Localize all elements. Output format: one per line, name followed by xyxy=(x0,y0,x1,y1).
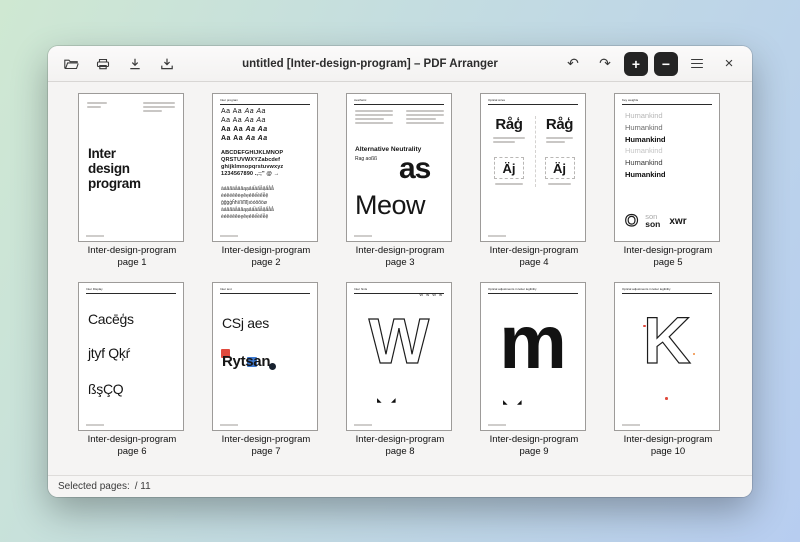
giant-k-glyph: K xyxy=(643,302,692,377)
page-preview-10: Optical adjustments in letter legibility… xyxy=(614,281,720,431)
import-button[interactable] xyxy=(154,52,180,76)
page-preview-7: Inter text CSj aes Rytsan xyxy=(212,281,318,431)
page-preview-2: Inter program Aa Aa Aa Aa Aa Aa Aa Aa Aa… xyxy=(212,93,318,242)
giant-m-glyph: m xyxy=(499,299,567,385)
weight-list: Humankind Humankind Humankind Humankind … xyxy=(625,111,666,179)
close-button[interactable]: × xyxy=(716,52,742,76)
window-title: untitled [Inter-design-program] – PDF Ar… xyxy=(242,57,498,70)
specimen-glyphs-meow: Meow xyxy=(355,190,426,220)
plus-icon: + xyxy=(631,55,641,72)
selected-pages-value: / 11 xyxy=(134,481,151,492)
page-caption-1: Inter-design-program page 1 xyxy=(87,245,177,268)
open-button[interactable] xyxy=(58,52,84,76)
thumbnail-page-5[interactable]: Key weights Humankind Humankind Humankin… xyxy=(614,93,722,269)
hamburger-menu-icon xyxy=(691,58,703,69)
annotation-dot xyxy=(643,324,646,328)
giant-w-glyph: W xyxy=(368,304,430,377)
page-preview-3: Aesthetic Alternative Neutrality Rag aoß… xyxy=(346,93,452,242)
page-preview-6: Inter Display Cacēģs jtyf Qķŕ ßşÇQ xyxy=(78,281,184,431)
minus-icon: − xyxy=(661,55,671,72)
titlebar-left-actions xyxy=(58,52,180,76)
thumbnail-page-10[interactable]: Optical adjustments in letter legibility… xyxy=(614,281,722,458)
specimen-glyphs-as: as xyxy=(399,152,431,185)
redo-icon: ↷ xyxy=(599,55,611,71)
page-caption-3: Inter-design-program page 3 xyxy=(355,245,445,268)
page-caption-2: Inter-design-program page 2 xyxy=(221,245,311,268)
close-icon: × xyxy=(724,55,734,72)
redo-button[interactable]: ↷ xyxy=(592,52,618,76)
zoom-out-button[interactable]: − xyxy=(654,51,678,76)
page-caption-9: Inter-design-program page 9 xyxy=(489,433,579,457)
thumbnail-page-2[interactable]: Inter program Aa Aa Aa Aa Aa Aa Aa Aa Aa… xyxy=(212,93,320,269)
thumbnail-page-1[interactable]: Inter design program Inter-design-program p… xyxy=(78,93,186,269)
printer-icon xyxy=(95,56,111,72)
page-caption-4: Inter-design-program page 4 xyxy=(489,245,579,268)
thumbnail-page-7[interactable]: Inter text CSj aes Rytsan Inter-design-p… xyxy=(212,281,320,458)
undo-button[interactable]: ↶ xyxy=(560,52,586,76)
thumbnail-page-3[interactable]: Aesthetic Alternative Neutrality Rag aoß… xyxy=(346,93,454,269)
thumbnail-page-4[interactable]: Optical sizes Råģ Äj Råģ Äj Inter-design… xyxy=(480,93,588,269)
pdf-arranger-window: untitled [Inter-design-program] – PDF Ar… xyxy=(48,46,752,497)
page-preview-4: Optical sizes Råģ Äj Råģ Äj xyxy=(480,93,586,242)
selected-pages-label: Selected pages: xyxy=(58,481,130,492)
page-caption-10: Inter-design-program page 10 xyxy=(623,433,713,457)
page-caption-7: Inter-design-program page 7 xyxy=(221,433,311,457)
folder-open-icon xyxy=(63,56,79,72)
titlebar: untitled [Inter-design-program] – PDF Ar… xyxy=(48,46,752,82)
annotation-dot xyxy=(665,397,668,400)
thumbnail-page-8[interactable]: Inter hints W w W w W ◣ ◢ Inter-design-p… xyxy=(346,281,454,458)
page-preview-1: Inter design program xyxy=(78,93,184,242)
page-preview-8: Inter hints W w W w W ◣ ◢ xyxy=(346,281,452,431)
thumbnail-page-6[interactable]: Inter Display Cacēģs jtyf Qķŕ ßşÇQ Inter… xyxy=(78,281,186,458)
arrow-down-icon xyxy=(127,56,143,72)
page-preview-5: Key weights Humankind Humankind Humankin… xyxy=(614,93,720,242)
titlebar-right-actions: ↶ ↷ + − × xyxy=(560,51,742,76)
specimen-title: Inter design program xyxy=(88,146,141,192)
statusbar: Selected pages: / 11 xyxy=(48,475,752,497)
thumbnail-page-9[interactable]: Optical adjustments in letter legibility… xyxy=(480,281,588,458)
zoom-in-button[interactable]: + xyxy=(624,51,648,76)
page-caption-6: Inter-design-program page 6 xyxy=(87,433,177,457)
glyph-sample-row: O son son xwr xyxy=(624,210,687,230)
undo-icon: ↶ xyxy=(567,55,579,71)
page-caption-5: Inter-design-program page 5 xyxy=(623,245,713,268)
page-grid: Inter design program Inter-design-program p… xyxy=(48,82,752,475)
save-button[interactable] xyxy=(122,52,148,76)
print-button[interactable] xyxy=(90,52,116,76)
page-caption-8: Inter-design-program page 8 xyxy=(355,433,445,457)
menu-button[interactable] xyxy=(684,52,710,76)
page-preview-9: Optical adjustments in letter legibility… xyxy=(480,281,586,431)
arrow-down-tray-icon xyxy=(159,56,175,72)
